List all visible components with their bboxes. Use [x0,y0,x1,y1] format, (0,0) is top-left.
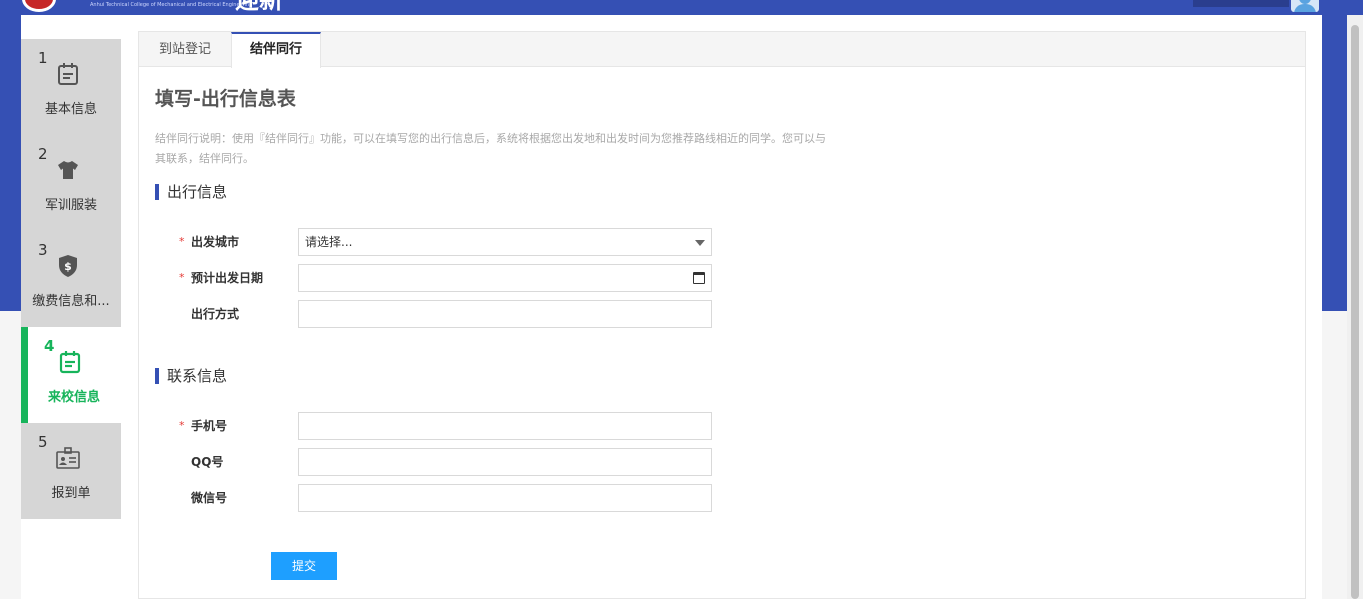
id-card-icon [56,447,80,469]
step-number: 5 [38,433,48,451]
travel-together-description: 结伴同行说明：使用『结伴同行』功能，可以在填写您的出行信息后，系统将根据您出发地… [155,132,826,165]
step-military-clothing[interactable]: 2 军训服装 [21,135,121,231]
departure-city-select[interactable]: 请选择... [298,228,712,256]
required-mark: * [179,235,185,248]
college-english-name: Anhui Technical College of Mechanical an… [90,2,253,8]
step-arrival-info[interactable]: 4 来校信息 [21,327,121,423]
row-qq: QQ号 [139,448,739,476]
page-scrollbar[interactable] [1347,15,1363,599]
row-departure-city: * 出发城市 请选择... [139,228,739,256]
departure-city-label: 出发城市 [191,235,240,249]
departure-date-label: 预计出发日期 [191,271,264,285]
row-wechat: 微信号 [139,484,739,512]
calendar-check-icon [59,351,81,374]
step-label: 缴费信息和... [32,294,110,309]
travel-mode-input[interactable] [298,300,712,328]
brand-title: 迎新 [235,0,283,14]
step-payment-info[interactable]: 3 $ 缴费信息和... [21,231,121,327]
required-mark: * [179,271,185,284]
top-header: Anhui Technical College of Mechanical an… [0,0,1363,15]
step-number: 4 [44,337,55,355]
dollar-shield-icon: $ [59,255,77,277]
row-departure-date: * 预计出发日期 [139,264,739,292]
form-panel: 到站登记 结伴同行 填写-出行信息表 结伴同行说明：使用『结伴同行』功能，可以在… [138,31,1306,599]
svg-text:$: $ [64,260,72,273]
travel-mode-label: 出行方式 [191,307,240,321]
page-title: 填写-出行信息表 [155,88,296,110]
required-mark: * [179,419,185,432]
phone-input[interactable] [298,412,712,440]
wechat-label: 微信号 [191,491,228,505]
tab-station-registration[interactable]: 到站登记 [139,32,231,67]
phone-label: 手机号 [191,419,228,433]
departure-city-value: 请选择... [305,235,353,249]
submit-button[interactable]: 提交 [271,552,337,580]
tshirt-icon [58,161,78,179]
step-registration-form[interactable]: 5 报到单 [21,423,121,519]
row-travel-mode: 出行方式 [139,300,739,328]
step-label: 报到单 [51,486,91,501]
step-number: 1 [38,49,48,67]
row-phone: * 手机号 [139,412,739,440]
qq-input[interactable] [298,448,712,476]
chevron-down-icon [695,240,705,246]
departure-date-input[interactable] [298,264,712,292]
scrollbar-thumb[interactable] [1351,25,1359,599]
step-label: 来校信息 [47,390,100,405]
step-basic-info[interactable]: 1 基本信息 [21,39,121,135]
step-nav: 1 基本信息 2 军训服装 3 $ 缴费信息和... 4 来校信息 5 报到单 [21,39,121,519]
section-travel-info: 出行信息 [155,183,227,201]
college-logo [22,0,56,12]
step-number: 3 [38,241,48,259]
step-label: 基本信息 [44,102,97,117]
calendar-picker-icon[interactable] [693,272,705,284]
section-contact-info: 联系信息 [155,367,227,385]
step-number: 2 [38,145,48,163]
qq-label: QQ号 [191,455,224,469]
tab-bar: 到站登记 结伴同行 [139,32,1305,68]
user-menu[interactable] [1193,0,1289,7]
calendar-icon [58,63,78,85]
wechat-input[interactable] [298,484,712,512]
tab-travel-together[interactable]: 结伴同行 [231,32,321,68]
step-label: 军训服装 [44,198,97,213]
avatar[interactable] [1291,0,1319,12]
